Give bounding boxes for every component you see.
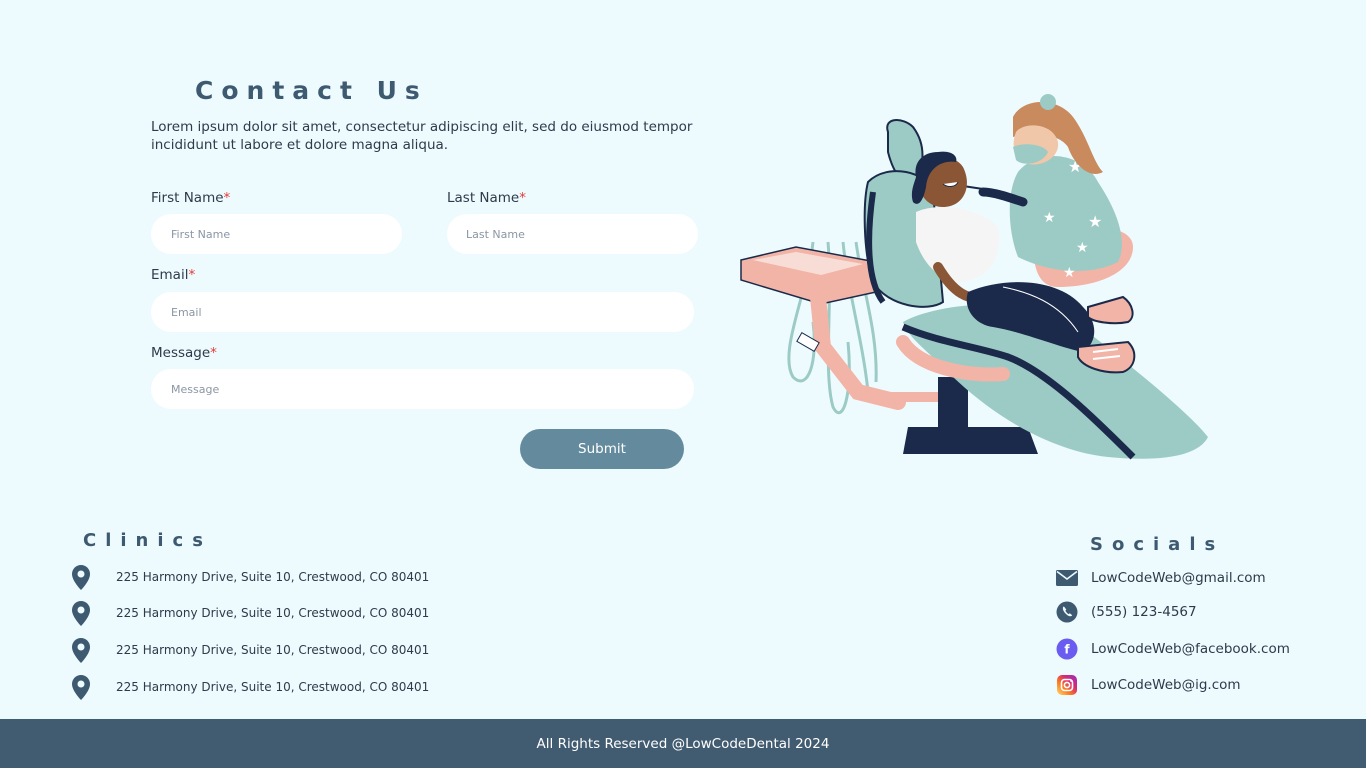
facebook-icon: f xyxy=(1055,637,1079,661)
clinic-item: 225 Harmony Drive, Suite 10, Crestwood, … xyxy=(70,599,429,627)
social-item-instagram[interactable]: LowCodeWeb@ig.com xyxy=(1055,673,1241,697)
clinic-address: 225 Harmony Drive, Suite 10, Crestwood, … xyxy=(116,606,430,620)
email-input[interactable] xyxy=(151,292,694,332)
dentist-illustration: ★ ★ ★ ★ ★ xyxy=(740,94,1208,460)
first-name-input[interactable] xyxy=(151,214,402,254)
clinic-item: 225 Harmony Drive, Suite 10, Crestwood, … xyxy=(70,563,429,591)
location-pin-icon xyxy=(70,563,92,591)
phone-icon xyxy=(1055,600,1079,624)
first-name-label: First Name* xyxy=(151,190,231,206)
instagram-icon xyxy=(1055,673,1079,697)
email-label: Email* xyxy=(151,267,196,283)
svg-text:★: ★ xyxy=(1076,240,1089,256)
clinic-address: 225 Harmony Drive, Suite 10, Crestwood, … xyxy=(116,680,430,694)
social-item-email[interactable]: LowCodeWeb@gmail.com xyxy=(1055,566,1266,590)
required-mark: * xyxy=(223,190,231,206)
contact-description: Lorem ipsum dolor sit amet, consectetur … xyxy=(151,119,693,153)
clinic-address: 225 Harmony Drive, Suite 10, Crestwood, … xyxy=(116,643,430,657)
submit-button[interactable]: Submit xyxy=(520,429,684,469)
contact-title: Contact Us xyxy=(195,76,428,105)
location-pin-icon xyxy=(70,599,92,627)
social-text[interactable]: (555) 123-4567 xyxy=(1091,604,1197,620)
required-mark: * xyxy=(188,267,196,283)
message-input[interactable] xyxy=(151,369,694,409)
mail-icon xyxy=(1055,566,1079,590)
social-item-phone[interactable]: (555) 123-4567 xyxy=(1055,600,1197,624)
footer-copyright: All Rights Reserved @LowCodeDental 2024 xyxy=(536,735,830,752)
clinic-item: 225 Harmony Drive, Suite 10, Crestwood, … xyxy=(70,673,429,701)
location-pin-icon xyxy=(70,673,92,701)
required-mark: * xyxy=(519,190,526,206)
location-pin-icon xyxy=(70,636,92,664)
social-text[interactable]: LowCodeWeb@gmail.com xyxy=(1091,570,1266,586)
clinic-address: 225 Harmony Drive, Suite 10, Crestwood, … xyxy=(116,570,430,584)
required-mark: * xyxy=(210,345,217,361)
clinic-item: 225 Harmony Drive, Suite 10, Crestwood, … xyxy=(70,636,429,664)
social-item-facebook[interactable]: f LowCodeWeb@facebook.com xyxy=(1055,637,1290,661)
last-name-input[interactable] xyxy=(447,214,698,254)
svg-text:★: ★ xyxy=(1043,210,1056,226)
social-text[interactable]: LowCodeWeb@facebook.com xyxy=(1091,641,1290,657)
clinics-heading: Clinics xyxy=(83,530,212,551)
svg-text:f: f xyxy=(1064,643,1070,657)
last-name-label: Last Name* xyxy=(447,190,526,206)
social-text[interactable]: LowCodeWeb@ig.com xyxy=(1091,677,1241,693)
socials-heading: Socials xyxy=(1090,534,1225,555)
footer: All Rights Reserved @LowCodeDental 2024 xyxy=(0,719,1366,768)
message-label: Message* xyxy=(151,345,217,361)
svg-text:★: ★ xyxy=(1088,212,1102,231)
svg-text:★: ★ xyxy=(1063,265,1076,281)
